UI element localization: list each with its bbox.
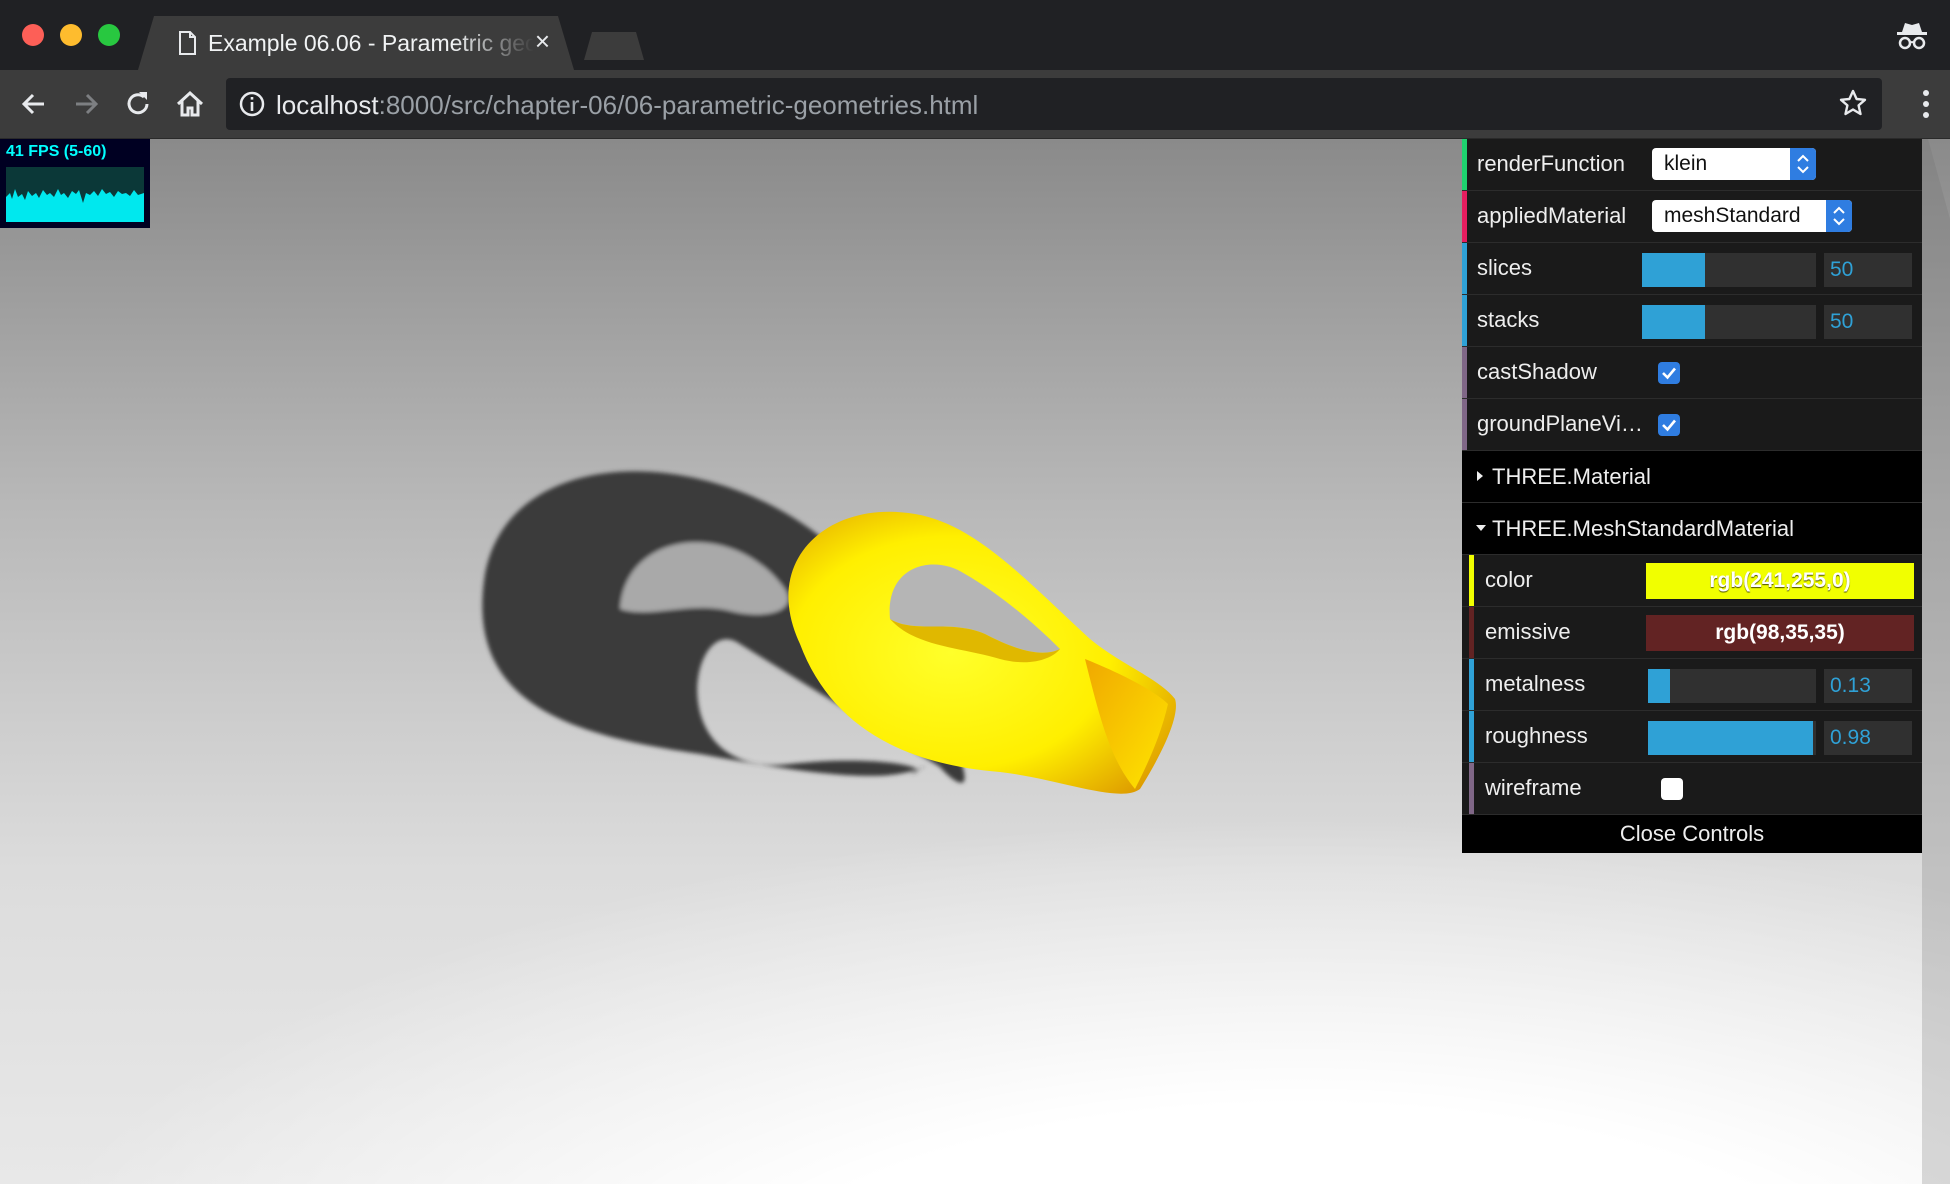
slices-number-input[interactable] <box>1824 253 1912 287</box>
controller-color-stripe <box>1462 243 1467 294</box>
metalness-slider[interactable] <box>1648 669 1816 703</box>
control-slices: slices <box>1462 243 1922 295</box>
klein-bottle-mesh <box>788 511 1176 794</box>
fps-graph <box>6 167 144 222</box>
select-arrows-icon <box>1826 200 1852 232</box>
control-roughness: roughness <box>1462 711 1922 763</box>
control-ground-plane-visible: groundPlaneVi… <box>1462 399 1922 451</box>
info-icon[interactable] <box>238 90 266 118</box>
home-icon[interactable] <box>172 86 208 122</box>
page-viewport: 41 FPS (5-60) renderFunction klein appli… <box>0 139 1950 1184</box>
more-menu-icon[interactable] <box>1920 86 1932 122</box>
forward-arrow-icon[interactable] <box>68 86 104 122</box>
controller-color-stripe <box>1469 555 1474 606</box>
control-color: color rgb(241,255,0) <box>1462 555 1922 607</box>
wireframe-checkbox[interactable] <box>1661 778 1683 800</box>
url-path: :8000/src/chapter-06/06-parametric-geome… <box>378 90 979 120</box>
control-emissive: emissive rgb(98,35,35) <box>1462 607 1922 659</box>
stacks-slider[interactable] <box>1642 305 1816 339</box>
color-swatch-input[interactable]: rgb(241,255,0) <box>1646 563 1914 599</box>
caret-down-icon <box>1476 525 1486 531</box>
stacks-label: stacks <box>1477 307 1540 332</box>
stacks-slider-fill <box>1642 305 1705 339</box>
maximize-window-button[interactable] <box>98 24 120 46</box>
page-edge <box>1922 139 1950 1184</box>
controller-color-stripe <box>1462 399 1467 450</box>
roughness-slider-fill <box>1648 721 1813 755</box>
emissive-swatch-input[interactable]: rgb(98,35,35) <box>1646 615 1914 651</box>
caret-right-icon <box>1477 471 1483 481</box>
folder-mesh-standard-material[interactable]: THREE.MeshStandardMaterial <box>1462 503 1922 555</box>
cast-shadow-label: castShadow <box>1477 359 1597 384</box>
control-wireframe: wireframe <box>1462 763 1922 815</box>
cast-shadow-checkbox[interactable] <box>1658 362 1680 384</box>
slices-slider[interactable] <box>1642 253 1816 287</box>
address-bar[interactable]: localhost:8000/src/chapter-06/06-paramet… <box>226 78 1882 130</box>
metalness-slider-fill <box>1648 669 1670 703</box>
emissive-label: emissive <box>1485 619 1571 644</box>
controller-color-stripe <box>1469 659 1474 710</box>
new-tab-button[interactable] <box>584 32 644 60</box>
applied-material-select[interactable]: meshStandard <box>1652 200 1852 232</box>
control-render-function: renderFunction klein <box>1462 139 1922 191</box>
bookmark-star-icon[interactable] <box>1838 88 1868 118</box>
close-window-button[interactable] <box>22 24 44 46</box>
control-applied-material: appliedMaterial meshStandard <box>1462 191 1922 243</box>
wireframe-label: wireframe <box>1485 775 1582 800</box>
controller-color-stripe <box>1462 139 1467 190</box>
select-arrows-icon <box>1790 148 1816 180</box>
folder-three-material-title: THREE.Material <box>1492 464 1651 489</box>
roughness-label: roughness <box>1485 723 1588 748</box>
metalness-label: metalness <box>1485 671 1586 696</box>
render-function-value: klein <box>1664 152 1708 175</box>
reload-icon[interactable] <box>120 86 156 122</box>
close-controls-button[interactable]: Close Controls <box>1462 815 1922 853</box>
render-function-label: renderFunction <box>1477 151 1625 176</box>
render-function-select[interactable]: klein <box>1652 148 1816 180</box>
controller-color-stripe <box>1462 347 1467 398</box>
roughness-number-input[interactable] <box>1824 721 1912 755</box>
color-label: color <box>1485 567 1533 592</box>
active-tab[interactable]: Example 06.06 - Parametric geometries × <box>138 16 574 70</box>
control-metalness: metalness <box>1462 659 1922 711</box>
browser-titlebar: Example 06.06 - Parametric geometries × <box>0 0 1950 70</box>
ground-plane-visible-label: groundPlaneVi… <box>1477 411 1643 436</box>
control-stacks: stacks <box>1462 295 1922 347</box>
roughness-slider[interactable] <box>1648 721 1816 755</box>
slices-slider-fill <box>1642 253 1705 287</box>
url-text[interactable]: localhost:8000/src/chapter-06/06-paramet… <box>276 90 978 121</box>
tab-close-icon[interactable]: × <box>535 26 550 57</box>
control-cast-shadow: castShadow <box>1462 347 1922 399</box>
controller-color-stripe <box>1462 295 1467 346</box>
folder-three-material[interactable]: THREE.Material <box>1462 451 1922 503</box>
controller-color-stripe <box>1469 763 1474 814</box>
metalness-number-input[interactable] <box>1824 669 1912 703</box>
stacks-number-input[interactable] <box>1824 305 1912 339</box>
controller-color-stripe <box>1469 711 1474 762</box>
applied-material-label: appliedMaterial <box>1477 203 1627 228</box>
controller-color-stripe <box>1462 191 1467 242</box>
url-host: localhost <box>276 90 379 120</box>
minimize-window-button[interactable] <box>60 24 82 46</box>
applied-material-value: meshStandard <box>1664 204 1801 227</box>
ground-plane-visible-checkbox[interactable] <box>1658 414 1680 436</box>
fps-stats-panel[interactable]: 41 FPS (5-60) <box>0 139 150 228</box>
tab-title: Example 06.06 - Parametric geometries <box>208 30 534 56</box>
slices-label: slices <box>1477 255 1533 280</box>
controls-panel: renderFunction klein appliedMaterial mes… <box>1462 139 1922 853</box>
back-arrow-icon[interactable] <box>16 86 52 122</box>
incognito-icon <box>1897 23 1927 50</box>
page-icon <box>172 28 202 58</box>
folder-mesh-standard-material-title: THREE.MeshStandardMaterial <box>1492 516 1795 541</box>
browser-toolbar: localhost:8000/src/chapter-06/06-paramet… <box>0 70 1950 139</box>
fps-readout: 41 FPS (5-60) <box>6 143 107 160</box>
controller-color-stripe <box>1469 607 1474 658</box>
